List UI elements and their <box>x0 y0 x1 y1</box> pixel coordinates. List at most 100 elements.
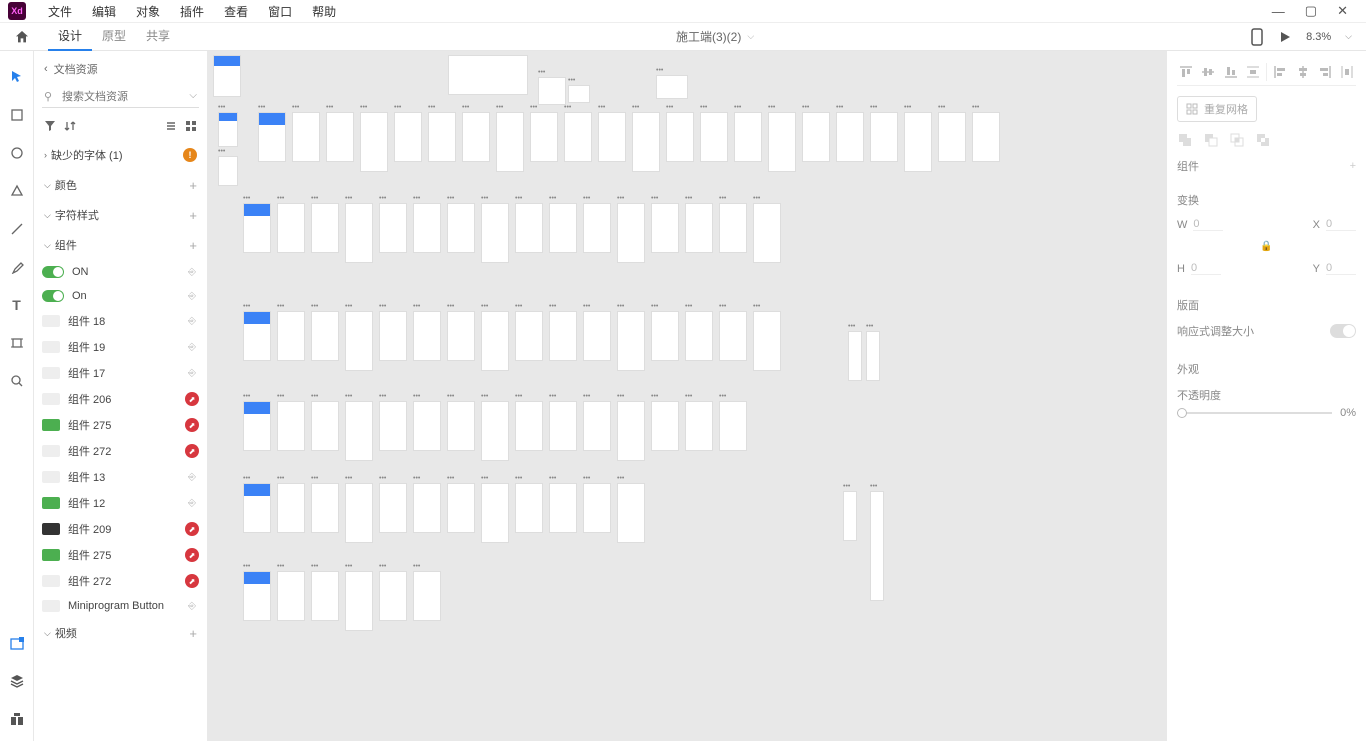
artboard[interactable] <box>277 483 305 533</box>
component-item[interactable]: Miniprogram Button⎆ <box>34 594 207 618</box>
artboard[interactable] <box>462 112 490 162</box>
artboard[interactable] <box>379 401 407 451</box>
align-top-icon[interactable] <box>1177 63 1195 81</box>
rectangle-tool[interactable] <box>7 105 27 125</box>
opacity-slider[interactable] <box>1177 412 1332 414</box>
lock-icon[interactable]: 🔒 <box>1177 241 1356 252</box>
artboard[interactable] <box>870 112 898 162</box>
artboard[interactable] <box>277 401 305 451</box>
window-minimize-button[interactable]: — <box>1262 4 1295 19</box>
artboard[interactable] <box>447 483 475 533</box>
artboard[interactable] <box>651 311 679 361</box>
artboard[interactable] <box>213 55 241 97</box>
artboard[interactable] <box>413 203 441 253</box>
artboard[interactable] <box>617 483 645 543</box>
section-charstyle[interactable]: ⌵ 字符样式 + <box>34 200 207 230</box>
align-bottom-icon[interactable] <box>1222 63 1240 81</box>
artboard[interactable] <box>843 491 857 541</box>
search-dropdown-icon[interactable]: ⌵ <box>189 90 197 101</box>
sort-icon[interactable] <box>64 120 76 132</box>
artboard[interactable] <box>719 311 747 361</box>
add-icon[interactable]: + <box>189 178 197 193</box>
artboard[interactable] <box>549 311 577 361</box>
add-icon[interactable]: + <box>189 208 197 223</box>
tab-design[interactable]: 设计 <box>48 23 92 51</box>
menu-plugins[interactable]: 插件 <box>170 3 214 20</box>
pen-tool[interactable] <box>7 257 27 277</box>
artboard[interactable] <box>685 311 713 361</box>
artboard[interactable] <box>866 331 880 381</box>
artboard[interactable] <box>447 203 475 253</box>
artboard[interactable] <box>549 401 577 451</box>
artboard[interactable] <box>292 112 320 162</box>
artboard[interactable] <box>413 401 441 451</box>
component-item[interactable]: 组件 12⎆ <box>34 490 207 516</box>
component-item[interactable]: 组件 206⬈ <box>34 386 207 412</box>
artboard[interactable] <box>870 491 884 601</box>
artboard[interactable] <box>802 112 830 162</box>
component-item[interactable]: 组件 19⎆ <box>34 334 207 360</box>
artboard[interactable] <box>734 112 762 162</box>
align-right-icon[interactable] <box>1316 63 1334 81</box>
add-icon[interactable]: + <box>189 238 197 253</box>
artboard[interactable] <box>836 112 864 162</box>
artboard[interactable] <box>447 401 475 451</box>
add-icon[interactable]: + <box>1350 160 1356 172</box>
y-field[interactable]: 0 <box>1326 262 1356 275</box>
artboard[interactable] <box>530 112 558 162</box>
distribute-h-icon[interactable] <box>1338 63 1356 81</box>
menu-object[interactable]: 对象 <box>126 3 170 20</box>
artboard[interactable] <box>685 203 713 253</box>
artboard[interactable] <box>617 203 645 263</box>
artboard[interactable] <box>428 112 456 162</box>
artboard[interactable] <box>481 401 509 461</box>
align-left-icon[interactable] <box>1271 63 1289 81</box>
canvas[interactable]: ••••••••••••••••••••••••••••••••••••••••… <box>208 51 1166 741</box>
artboard[interactable] <box>360 112 388 172</box>
zoom-value[interactable]: 8.3% <box>1306 31 1331 43</box>
artboard[interactable] <box>583 401 611 451</box>
artboard[interactable] <box>379 483 407 533</box>
artboard[interactable] <box>258 112 286 162</box>
line-tool[interactable] <box>7 219 27 239</box>
union-icon[interactable] <box>1177 132 1193 148</box>
artboard[interactable] <box>218 156 238 186</box>
artboard[interactable] <box>379 311 407 361</box>
grid-view-icon[interactable] <box>185 120 197 132</box>
menu-file[interactable]: 文件 <box>38 3 82 20</box>
artboard[interactable] <box>345 401 373 461</box>
artboard[interactable] <box>564 112 592 162</box>
artboard[interactable] <box>904 112 932 172</box>
artboard[interactable] <box>311 203 339 253</box>
tab-prototype[interactable]: 原型 <box>92 23 136 51</box>
menu-view[interactable]: 查看 <box>214 3 258 20</box>
window-close-button[interactable]: ✕ <box>1327 3 1358 19</box>
component-item[interactable]: 组件 275⬈ <box>34 542 207 568</box>
home-icon[interactable] <box>14 29 30 45</box>
artboard[interactable] <box>243 311 271 361</box>
zoom-tool[interactable] <box>7 371 27 391</box>
artboard[interactable] <box>448 55 528 95</box>
search-input[interactable] <box>42 87 199 108</box>
artboard[interactable] <box>685 401 713 451</box>
artboard[interactable] <box>218 112 238 147</box>
polygon-tool[interactable] <box>7 181 27 201</box>
artboard[interactable] <box>496 112 524 172</box>
artboard[interactable] <box>568 85 590 103</box>
exclude-icon[interactable] <box>1255 132 1271 148</box>
artboard[interactable] <box>719 401 747 451</box>
subtract-icon[interactable] <box>1203 132 1219 148</box>
repeat-grid-button[interactable]: 重复网格 <box>1177 96 1257 122</box>
component-item[interactable]: On⎆ <box>34 284 207 308</box>
artboard[interactable] <box>277 571 305 621</box>
component-item[interactable]: 组件 272⬈ <box>34 568 207 594</box>
artboard[interactable] <box>538 77 566 105</box>
artboard[interactable] <box>515 311 543 361</box>
artboard[interactable] <box>345 311 373 371</box>
artboard[interactable] <box>394 112 422 162</box>
artboard[interactable] <box>277 203 305 253</box>
artboard[interactable] <box>345 483 373 543</box>
ellipse-tool[interactable] <box>7 143 27 163</box>
artboard[interactable] <box>413 571 441 621</box>
artboard[interactable] <box>583 483 611 533</box>
